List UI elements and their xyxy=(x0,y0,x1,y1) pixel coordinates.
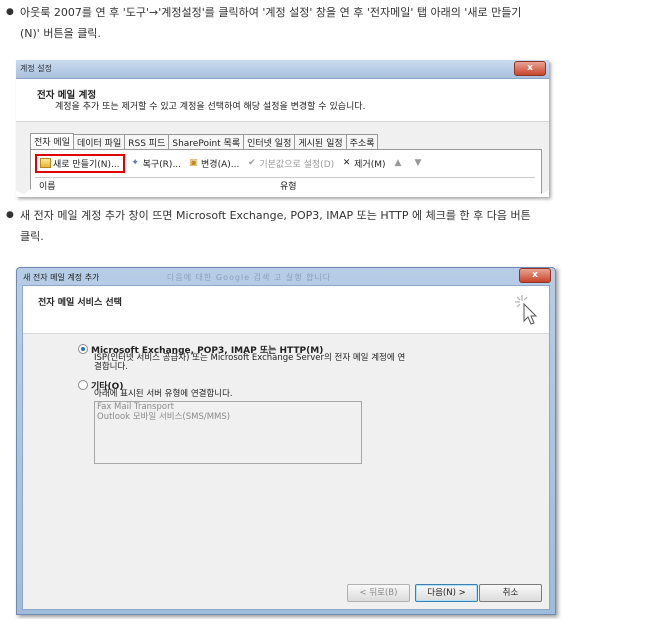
window-title: 계정 설정 xyxy=(20,64,52,73)
remove-x-icon: ✕ xyxy=(342,157,351,168)
back-button[interactable]: < 뒤로(B) xyxy=(347,584,410,602)
option1-description: ISP(인터넷 서비스 공급자) 또는 Microsoft Exchange S… xyxy=(94,354,405,372)
new-account-icon xyxy=(40,158,51,168)
tab-address-books[interactable]: 주소록 xyxy=(345,134,379,149)
remove-label: 제거(M) xyxy=(354,159,386,170)
move-down-button[interactable]: ▼ xyxy=(413,158,426,169)
server-type-listbox[interactable]: Fax Mail Transport Outlook 모바일 서비스(SMS/M… xyxy=(94,401,362,464)
title-bar: 계정 설정 x xyxy=(16,60,549,79)
set-default-button[interactable]: ✔ 기본값으로 설정(D) xyxy=(246,157,334,170)
instruction-line: 새 전자 메일 계정 추가 창이 뜨면 Microsoft Exchange, … xyxy=(20,209,531,222)
add-account-window-frame: 새 전자 메일 계정 추가 다음에 대한 Google 검색 고 실행 합니다 … xyxy=(16,267,556,615)
change-icon: ▣ xyxy=(189,157,198,168)
description-line: ISP(인터넷 서비스 공급자) 또는 Microsoft Exchange S… xyxy=(94,353,406,363)
account-toolbar: 새로 만들기(N)... ✦ 복구(R)... ▣ 변경(A)... ✔ 기본값… xyxy=(35,153,433,173)
dialog-header: 전자 메일 서비스 선택 xyxy=(23,286,549,334)
tab-sharepoint-lists[interactable]: SharePoint 목록 xyxy=(168,134,245,149)
cancel-button[interactable]: 취소 xyxy=(479,584,542,602)
radio-selected-icon[interactable] xyxy=(78,344,88,354)
new-account-button[interactable]: 새로 만들기(N)... xyxy=(35,153,125,173)
window-title: 새 전자 메일 계정 추가 xyxy=(23,273,100,282)
background-ghost-text: 다음에 대한 Google 검색 고 실행 합니다 xyxy=(167,273,332,282)
tab-rss-feeds[interactable]: RSS 피드 xyxy=(124,134,170,149)
change-label: 변경(A)... xyxy=(201,159,240,170)
next-button[interactable]: 다음(N) > xyxy=(415,584,478,602)
torn-edge xyxy=(16,189,549,197)
repair-button[interactable]: ✦ 복구(R)... xyxy=(130,157,181,170)
instruction-line: (N)' 버튼을 클릭. xyxy=(20,27,101,40)
tab-internet-calendars[interactable]: 인터넷 일정 xyxy=(243,134,296,149)
change-button[interactable]: ▣ 변경(A)... xyxy=(188,157,239,170)
checkmark-icon: ✔ xyxy=(248,157,256,168)
add-account-window: 새 전자 메일 계정 추가 다음에 대한 Google 검색 고 실행 합니다 … xyxy=(16,267,556,615)
cursor-sparkle-icon xyxy=(515,295,538,325)
account-settings-window: 계정 설정 x 전자 메일 계정 계정을 추가 또는 제거할 수 있고 계정을 … xyxy=(16,60,549,197)
radio-unselected-icon[interactable] xyxy=(78,380,88,390)
close-button[interactable]: x xyxy=(519,268,551,283)
instruction-step-1: ● 아웃룩 2007를 연 후 '도구'→'계정설정'를 클릭하여 '계정 설정'… xyxy=(6,2,521,44)
arrow-up-icon: ▲ xyxy=(394,157,402,168)
dialog-client-area: 전자 메일 서비스 선택 Microsoft Exchange, POP3, I… xyxy=(22,285,550,610)
header-subtitle: 계정을 추가 또는 제거할 수 있고 계정을 선택하여 해당 설정을 변경할 수… xyxy=(55,102,366,112)
repair-icon: ✦ xyxy=(131,157,139,168)
close-button[interactable]: x xyxy=(514,61,546,76)
header-title: 전자 메일 서비스 선택 xyxy=(38,298,122,308)
list-item[interactable]: Outlook 모바일 서비스(SMS/MMS) xyxy=(95,412,361,422)
option2-description: 아래에 표시된 서버 유형에 연결합니다. xyxy=(94,389,233,399)
tab-email[interactable]: 전자 메일 xyxy=(30,133,74,149)
bullet-icon: ● xyxy=(6,7,14,17)
tab-strip: 전자 메일 데이터 파일 RSS 피드 SharePoint 목록 인터넷 일정… xyxy=(30,133,379,149)
repair-label: 복구(R)... xyxy=(142,159,182,170)
arrow-down-icon: ▼ xyxy=(414,157,422,168)
set-default-label: 기본값으로 설정(D) xyxy=(259,159,335,170)
new-account-label: 새로 만들기(N)... xyxy=(53,159,120,170)
list-item[interactable]: Fax Mail Transport xyxy=(95,402,361,412)
instruction-line: 아웃룩 2007를 연 후 '도구'→'계정설정'를 클릭하여 '계정 설정' … xyxy=(20,6,522,19)
remove-button[interactable]: ✕ 제거(M) xyxy=(341,157,386,170)
instruction-step-2: ● 새 전자 메일 계정 추가 창이 뜨면 Microsoft Exchange,… xyxy=(6,205,531,247)
dialog-header: 전자 메일 계정 계정을 추가 또는 제거할 수 있고 계정을 선택하여 해당 … xyxy=(16,79,549,122)
move-up-button[interactable]: ▲ xyxy=(393,158,406,169)
tab-data-files[interactable]: 데이터 파일 xyxy=(72,134,126,149)
tab-published-calendars[interactable]: 게시된 일정 xyxy=(294,134,347,149)
bullet-icon: ● xyxy=(6,210,14,220)
instruction-line: 클릭. xyxy=(20,230,44,243)
description-line: 결합니다. xyxy=(94,362,128,372)
title-bar: 새 전자 메일 계정 추가 다음에 대한 Google 검색 고 실행 합니다 … xyxy=(17,268,555,285)
